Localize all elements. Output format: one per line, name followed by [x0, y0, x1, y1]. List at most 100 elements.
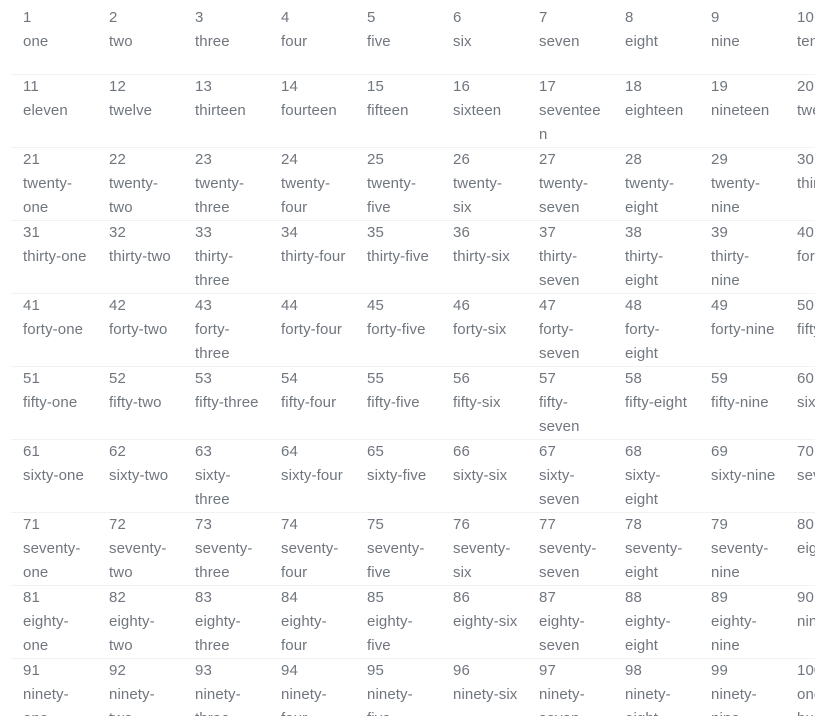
cell-word: sixty-six: [453, 466, 508, 484]
cell-word: four: [281, 33, 308, 50]
table-cell: 80 eighty: [785, 512, 815, 586]
cell-word: eighty-six: [453, 612, 518, 630]
cell-number: 18: [625, 77, 642, 95]
cell-word: thirty-nine: [711, 247, 750, 289]
table-cell: 41 forty-one: [11, 293, 97, 367]
table-cell: 83 eighty-three: [183, 585, 269, 659]
cell-word: sixty-eight: [625, 466, 661, 508]
cell-number: 52: [109, 369, 126, 387]
cell-number: 96: [453, 661, 470, 679]
page-viewport: 1 one 2 two 3 three 4 four 5 five 6 six 7 seven 8 eight…: [0, 0, 815, 716]
cell-word: fifty-two: [109, 393, 162, 411]
cell-number: 46: [453, 296, 470, 314]
cell-number: 14: [281, 77, 298, 95]
cell-word: forty-four: [281, 320, 343, 338]
table-cell: 42 forty-two: [97, 293, 183, 367]
table-cell: 98 ninety-eight: [613, 658, 699, 716]
table-cell: 73 seventy-three: [183, 512, 269, 586]
cell-word: eighty-four: [281, 612, 327, 654]
cell-word: ninety-four: [281, 685, 327, 716]
table-body: 1 one 2 two 3 three 4 four 5 five 6 six 7 seven 8 eight…: [11, 6, 815, 716]
cell-word: sixty-four: [281, 466, 343, 484]
table-cell: 71 seventy-one: [11, 512, 97, 586]
table-cell: 45 forty-five: [355, 293, 441, 367]
table-cell: 59 fifty-nine: [699, 366, 785, 440]
cell-word: forty-five: [367, 320, 426, 338]
table-cell: 64 sixty-four: [269, 439, 355, 513]
cell-word: forty-seven: [539, 320, 580, 362]
cell-word: seventy: [797, 466, 815, 484]
table-cell: 24 twenty-four: [269, 147, 355, 221]
cell-number: 72: [109, 515, 126, 533]
cell-word: seventy-nine: [711, 539, 769, 581]
cell-word: twenty-eight: [625, 174, 675, 216]
cell-number: 89: [711, 588, 728, 606]
cell-word: thirty-seven: [539, 247, 580, 289]
table-cell: 65 sixty-five: [355, 439, 441, 513]
cell-number: 7: [539, 9, 548, 26]
cell-number: 95: [367, 661, 384, 679]
cell-word: eighty-two: [109, 612, 155, 654]
cell-number: 90: [797, 588, 814, 606]
cell-number: 63: [195, 442, 212, 460]
cell-number: 93: [195, 661, 212, 679]
cell-number: 26: [453, 150, 470, 168]
table-cell: 56 fifty-six: [441, 366, 527, 440]
cell-number: 84: [281, 588, 298, 606]
table-cell: 43 forty-three: [183, 293, 269, 367]
table-cell: 48 forty-eight: [613, 293, 699, 367]
cell-number: 97: [539, 661, 556, 679]
cell-number: 50: [797, 296, 814, 314]
cell-word: ninety-eight: [625, 685, 671, 716]
table-cell: 63 sixty-three: [183, 439, 269, 513]
table-cell: 53 fifty-three: [183, 366, 269, 440]
cell-number: 21: [23, 150, 40, 168]
table-cell: 33 thirty-three: [183, 220, 269, 294]
cell-number: 77: [539, 515, 556, 533]
cell-word: twenty-six: [453, 174, 503, 216]
cell-word: twenty-four: [281, 174, 331, 216]
cell-word: fifty-six: [453, 393, 501, 411]
table-cell: 3 three: [183, 6, 269, 75]
cell-number: 78: [625, 515, 642, 533]
table-cell: 50 fifty: [785, 293, 815, 367]
table-row: 41 forty-one 42 forty-two 43 forty-three 44 for…: [11, 293, 815, 367]
cell-number: 67: [539, 442, 556, 460]
cell-number: 38: [625, 223, 642, 241]
table-cell: 88 eighty-eight: [613, 585, 699, 659]
cell-number: 29: [711, 150, 728, 168]
table-cell: 58 fifty-eight: [613, 366, 699, 440]
cell-word: eighty-eight: [625, 612, 671, 654]
cell-number: 56: [453, 369, 470, 387]
cell-number: 100: [797, 661, 815, 679]
table-cell: 94 ninety-four: [269, 658, 355, 716]
table-cell: 96 ninety-six: [441, 658, 527, 716]
cell-word: fifty: [797, 320, 815, 338]
table-cell: 37 thirty-seven: [527, 220, 613, 294]
table-cell: 79 seventy-nine: [699, 512, 785, 586]
cell-number: 99: [711, 661, 728, 679]
cell-word: sixty: [797, 393, 815, 411]
cell-number: 1: [23, 9, 32, 26]
cell-number: 75: [367, 515, 384, 533]
cell-word: ninety-one: [23, 685, 69, 716]
cell-word: forty-nine: [711, 320, 775, 338]
cell-word: seventy-three: [195, 539, 253, 581]
table-cell: 57 fifty-seven: [527, 366, 613, 440]
cell-number: 22: [109, 150, 126, 168]
table-cell: 27 twenty-seven: [527, 147, 613, 221]
cell-number: 10: [797, 9, 814, 26]
table-row: 81 eighty-one 82 eighty-two 83 eighty-three 84…: [11, 585, 815, 659]
table-cell: 8 eight: [613, 6, 699, 75]
cell-word: eighty: [797, 539, 815, 557]
cell-number: 74: [281, 515, 298, 533]
table-cell: 38 thirty-eight: [613, 220, 699, 294]
cell-number: 68: [625, 442, 642, 460]
table-cell: 69 sixty-nine: [699, 439, 785, 513]
cell-word: ninety-seven: [539, 685, 585, 716]
table-cell: 14 fourteen: [269, 74, 355, 148]
table-cell: 18 eighteen: [613, 74, 699, 148]
cell-word: fourteen: [281, 101, 337, 119]
cell-word: eighty-seven: [539, 612, 585, 654]
table-row: 91 ninety-one 92 ninety-two 93 ninety-three 94…: [11, 658, 815, 716]
